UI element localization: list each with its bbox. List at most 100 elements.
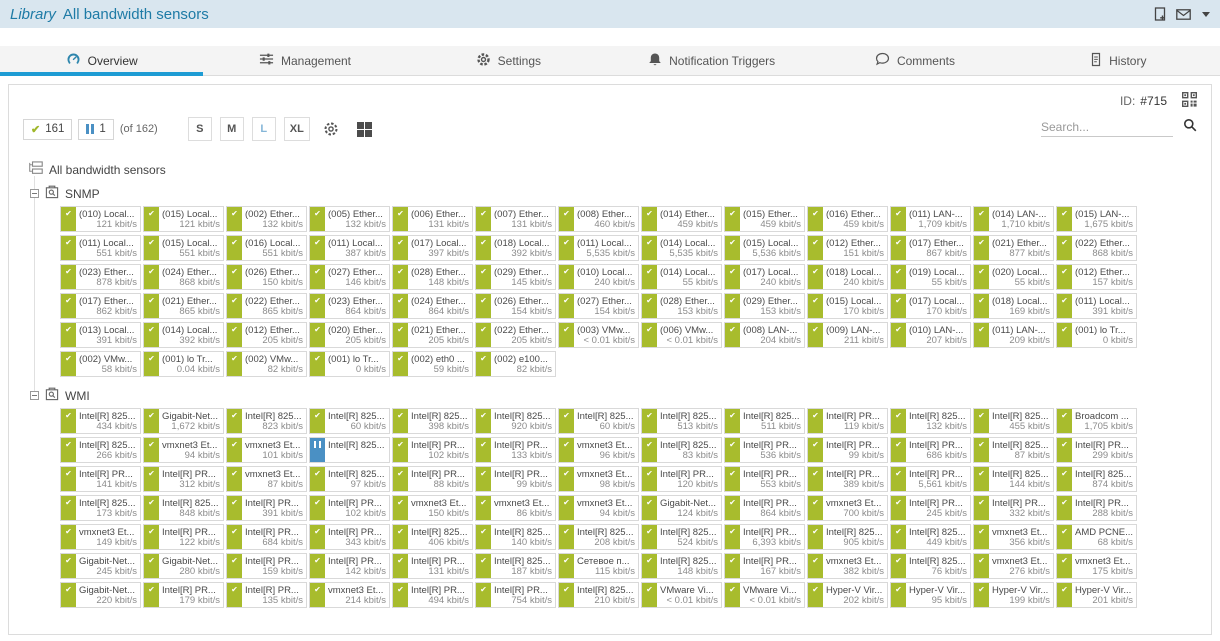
sensor-tile[interactable]: ✔ Gigabit-Net... 1,672 kbit/s — [143, 408, 224, 434]
sensor-tile[interactable]: ✔ (015) Ether... 459 kbit/s — [724, 206, 805, 232]
sensor-tile[interactable]: ✔ Intel[R] PR... 754 kbit/s — [475, 582, 556, 608]
sensor-tile[interactable]: ✔ (027) Ether... 154 kbit/s — [558, 293, 639, 319]
sensor-tile[interactable]: ✔ Intel[R] 825... 173 kbit/s — [60, 495, 141, 521]
tab-settings[interactable]: Settings — [407, 46, 610, 75]
sensor-tile[interactable]: ✔ Intel[R] PR... 159 kbit/s — [226, 553, 307, 579]
sensor-tile[interactable]: ✔ (015) LAN-... 1,675 kbit/s — [1056, 206, 1137, 232]
sensor-tile[interactable]: ✔ Intel[R] 825... 513 kbit/s — [641, 408, 722, 434]
sensor-tile[interactable]: ✔ Intel[R] 825... 210 kbit/s — [558, 582, 639, 608]
tab-management[interactable]: Management — [203, 46, 406, 75]
sensor-tile[interactable]: ✔ vmxnet3 Et... 98 kbit/s — [558, 466, 639, 492]
sensor-tile[interactable]: ✔ (001) lo Tr... 0.04 kbit/s — [143, 351, 224, 377]
sensor-tile[interactable]: ✔ (017) Ether... 862 kbit/s — [60, 293, 141, 319]
sensor-tile[interactable]: ✔ Intel[R] PR... 686 kbit/s — [890, 437, 971, 463]
sensor-tile[interactable]: ✔ Intel[R] 825... 449 kbit/s — [890, 524, 971, 550]
sensor-tile[interactable]: ✔ VMware Vi... < 0.01 kbit/s — [724, 582, 805, 608]
sensor-tile[interactable]: ✔ Intel[R] 825... 398 kbit/s — [392, 408, 473, 434]
collapse-minus-icon[interactable] — [30, 189, 39, 198]
sensor-tile[interactable]: ✔ Intel[R] PR... 332 kbit/s — [973, 495, 1054, 521]
sensor-tile[interactable]: ✔ (002) VMw... 82 kbit/s — [226, 351, 307, 377]
size-s-button[interactable]: S — [188, 117, 212, 141]
sensor-tile[interactable]: ✔ (022) Ether... 865 kbit/s — [226, 293, 307, 319]
sensor-tile[interactable]: ✔ (002) e100... 82 kbit/s — [475, 351, 556, 377]
sensor-tile[interactable]: ✔ (018) Local... 240 kbit/s — [807, 264, 888, 290]
paused-sensors-filter[interactable]: 1 — [78, 119, 113, 140]
breadcrumb[interactable]: Library — [10, 6, 56, 23]
sensor-tile[interactable]: ✔ (017) Local... 170 kbit/s — [890, 293, 971, 319]
sensor-tile[interactable]: ✔ Intel[R] PR... 133 kbit/s — [475, 437, 556, 463]
sensor-tile[interactable]: ✔ (011) Local... 391 kbit/s — [1056, 293, 1137, 319]
group-label[interactable]: WMI — [65, 389, 90, 403]
sensor-tile[interactable]: ✔ Intel[R] PR... 6,393 kbit/s — [724, 524, 805, 550]
sensor-tile[interactable]: ✔ (016) Ether... 459 kbit/s — [807, 206, 888, 232]
sensor-tile[interactable]: ✔ AMD PCNE... 68 kbit/s — [1056, 524, 1137, 550]
size-l-button[interactable]: L — [252, 117, 276, 141]
add-report-icon[interactable] — [1154, 7, 1167, 22]
search-input[interactable] — [1041, 118, 1173, 137]
sensor-tile[interactable]: ✔ VMware Vi... < 0.01 kbit/s — [641, 582, 722, 608]
sensor-tile[interactable]: ✔ (009) LAN-... 211 kbit/s — [807, 322, 888, 348]
sensor-tile[interactable]: ✔ (022) Ether... 205 kbit/s — [475, 322, 556, 348]
sensor-tile[interactable]: ✔ Intel[R] PR... 494 kbit/s — [392, 582, 473, 608]
sensor-tile[interactable]: ✔ (029) Ether... 153 kbit/s — [724, 293, 805, 319]
sensor-tile[interactable]: ✔ Gigabit-Net... 245 kbit/s — [60, 553, 141, 579]
sensor-tile[interactable]: ✔ Hyper-V Vir... 199 kbit/s — [973, 582, 1054, 608]
sensor-tile[interactable]: ✔ Intel[R] PR... 120 kbit/s — [641, 466, 722, 492]
sensor-tile[interactable]: ✔ Intel[R] PR... 864 kbit/s — [724, 495, 805, 521]
sensor-tile[interactable]: ✔ Intel[R] PR... 102 kbit/s — [309, 495, 390, 521]
sensor-tile[interactable]: ✔ Intel[R] PR... 122 kbit/s — [143, 524, 224, 550]
sensor-tile[interactable]: ✔ vmxnet3 Et... 382 kbit/s — [807, 553, 888, 579]
sensor-tile[interactable]: ✔ vmxnet3 Et... 150 kbit/s — [392, 495, 473, 521]
sensor-tile[interactable]: ✔ (027) Ether... 146 kbit/s — [309, 264, 390, 290]
sensor-tile[interactable]: ✔ Intel[R] 825... 848 kbit/s — [143, 495, 224, 521]
sensor-tile[interactable]: ✔ Intel[R] PR... 99 kbit/s — [807, 437, 888, 463]
sensor-tile[interactable]: ✔ Intel[R] 825... 455 kbit/s — [973, 408, 1054, 434]
sensor-tile[interactable]: ✔ Intel[R] PR... 553 kbit/s — [724, 466, 805, 492]
sensor-tile[interactable]: ✔ Intel[R] 825... 406 kbit/s — [392, 524, 473, 550]
sensor-tile[interactable]: ✔ Intel[R] PR... 141 kbit/s — [60, 466, 141, 492]
tab-comments[interactable]: Comments — [813, 46, 1016, 75]
size-m-button[interactable]: M — [220, 117, 244, 141]
caret-down-icon[interactable] — [1202, 12, 1210, 17]
sensor-tile[interactable]: ✔ (021) Ether... 865 kbit/s — [143, 293, 224, 319]
sensor-tile[interactable]: ✔ (015) Local... 121 kbit/s — [143, 206, 224, 232]
tab-notification-triggers[interactable]: Notification Triggers — [610, 46, 813, 75]
sensor-tile[interactable]: ✔ Intel[R] PR... 179 kbit/s — [143, 582, 224, 608]
sensor-tile[interactable]: ✔ Intel[R] PR... 391 kbit/s — [226, 495, 307, 521]
sensor-tile[interactable]: ✔ Intel[R] 825... 524 kbit/s — [641, 524, 722, 550]
sensor-tile[interactable]: ✔ (011) Local... 551 kbit/s — [60, 235, 141, 261]
sensor-tile[interactable]: ✔ vmxnet3 Et... 94 kbit/s — [558, 495, 639, 521]
sensor-tile[interactable]: ✔ vmxnet3 Et... 700 kbit/s — [807, 495, 888, 521]
qr-code-icon[interactable] — [1182, 92, 1197, 112]
sensor-tile[interactable]: ✔ (012) Ether... 151 kbit/s — [807, 235, 888, 261]
sensor-tile[interactable]: ✔ Intel[R] 825... 434 kbit/s — [60, 408, 141, 434]
sensor-tile[interactable]: ✔ Gigabit-Net... 220 kbit/s — [60, 582, 141, 608]
sensor-tile[interactable]: ✔ vmxnet3 Et... 175 kbit/s — [1056, 553, 1137, 579]
sensor-tile[interactable]: ✔ vmxnet3 Et... 94 kbit/s — [143, 437, 224, 463]
sensor-tile[interactable]: ✔ Intel[R] 825... — [309, 437, 390, 463]
sensor-tile[interactable]: ✔ Intel[R] PR... 684 kbit/s — [226, 524, 307, 550]
tab-history[interactable]: History — [1017, 46, 1220, 75]
sensor-tile[interactable]: ✔ vmxnet3 Et... 214 kbit/s — [309, 582, 390, 608]
sensor-tile[interactable]: ✔ (011) LAN-... 209 kbit/s — [973, 322, 1054, 348]
sensor-tile[interactable]: ✔ (018) Local... 392 kbit/s — [475, 235, 556, 261]
sensor-tile[interactable]: ✔ Intel[R] PR... 5,561 kbit/s — [890, 466, 971, 492]
sensor-tile[interactable]: ✔ Intel[R] 825... 148 kbit/s — [641, 553, 722, 579]
sensor-tile[interactable]: ✔ Intel[R] PR... 312 kbit/s — [143, 466, 224, 492]
sensor-tile[interactable]: ✔ (014) LAN-... 1,710 kbit/s — [973, 206, 1054, 232]
sensor-tile[interactable]: ✔ (007) Ether... 131 kbit/s — [475, 206, 556, 232]
sensor-tile[interactable]: ✔ (023) Ether... 878 kbit/s — [60, 264, 141, 290]
sensor-tile[interactable]: ✔ (024) Ether... 868 kbit/s — [143, 264, 224, 290]
sensor-tile[interactable]: ✔ (014) Local... 392 kbit/s — [143, 322, 224, 348]
sensor-tile[interactable]: ✔ (002) Ether... 132 kbit/s — [226, 206, 307, 232]
sensor-tile[interactable]: ✔ Intel[R] PR... 288 kbit/s — [1056, 495, 1137, 521]
sensor-tile[interactable]: ✔ (002) eth0 ... 59 kbit/s — [392, 351, 473, 377]
sensor-tile[interactable]: ✔ Intel[R] 825... 97 kbit/s — [309, 466, 390, 492]
sensor-tile[interactable]: ✔ Intel[R] 825... 60 kbit/s — [309, 408, 390, 434]
sensor-tile[interactable]: ✔ (021) Ether... 205 kbit/s — [392, 322, 473, 348]
sensor-tile[interactable]: ✔ (001) lo Tr... 0 kbit/s — [1056, 322, 1137, 348]
sensor-tile[interactable]: ✔ (011) Local... 387 kbit/s — [309, 235, 390, 261]
sensor-tile[interactable]: ✔ (005) Ether... 132 kbit/s — [309, 206, 390, 232]
sensor-tile[interactable]: ✔ Intel[R] PR... 131 kbit/s — [392, 553, 473, 579]
sensor-tile[interactable]: ✔ Intel[R] 825... 140 kbit/s — [475, 524, 556, 550]
